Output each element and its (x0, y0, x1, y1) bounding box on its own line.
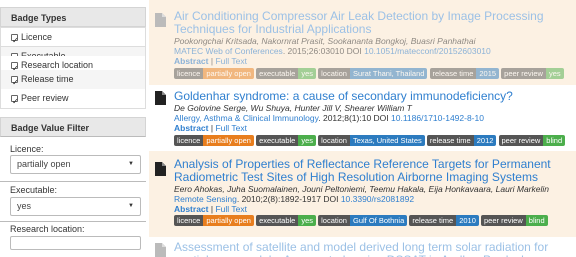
executable-select-value: yes (17, 201, 32, 211)
doi-link[interactable]: 10.1051/matecconf/20152603010 (364, 46, 491, 56)
badge-type-label: Research location (21, 60, 94, 70)
fulltext-link[interactable]: Full Text (215, 204, 247, 214)
result-title[interactable]: Air Conditioning Compressor Air Leak Det… (174, 10, 572, 36)
abstract-link[interactable]: Abstract (174, 56, 208, 66)
badge-row: licence partially open executable yes loca… (174, 135, 572, 146)
peer-review-badge: peer review blind (481, 215, 548, 226)
badge-type-licence[interactable]: Licence (0, 27, 146, 50)
link-separator: | (210, 56, 214, 66)
journal-link[interactable]: Remote Sensing (174, 194, 237, 204)
document-icon (155, 13, 166, 27)
journal-link[interactable]: MATEC Web of Conferences (174, 46, 283, 56)
result-item: Analysis of Properties of Reflectance Re… (149, 151, 576, 237)
location-badge: location Gulf Of Bothnia (318, 215, 408, 226)
licence-badge: licence partially open (174, 215, 254, 226)
licence-select-value: partially open (17, 159, 71, 169)
result-item: Air Conditioning Compressor Air Leak Det… (149, 0, 576, 85)
document-icon (155, 91, 166, 105)
filter-sidebar: Badge Types Licence Executable Research … (0, 0, 147, 257)
citation-text: . 2010;2(8):1892-1917 DOI (236, 194, 341, 204)
checkbox-checked-icon[interactable] (11, 92, 19, 111)
location-badge: location Texas, United States (318, 135, 425, 146)
licence-badge: licence partially open (174, 68, 254, 79)
document-icon (155, 243, 166, 257)
release-time-badge: release time 2012 (426, 135, 497, 146)
peer-review-badge: peer review yes (501, 68, 564, 79)
executable-badge: executable yes (256, 68, 317, 79)
licence-select[interactable]: partially open ▼ (10, 155, 141, 174)
citation-text: . 2015;26:03010 DOI (282, 46, 365, 56)
doi-link[interactable]: 10.1186/1710-1492-8-10 (391, 113, 484, 123)
executable-filter-label: Executable: (10, 185, 58, 195)
link-separator: | (210, 204, 214, 214)
executable-badge: executable yes (256, 215, 317, 226)
abstract-link[interactable]: Abstract (174, 204, 208, 214)
licence-filter-label: Licence: (10, 144, 44, 154)
fulltext-link[interactable]: Full Text (215, 56, 247, 66)
abstract-link[interactable]: Abstract (174, 123, 208, 133)
result-authors: Eero Ahokas, Juha Suomalainen, Jouni Pel… (174, 184, 549, 194)
divider (0, 181, 146, 182)
release-time-badge: release time 2015 (429, 68, 500, 79)
badge-type-peer-review[interactable]: Peer review (0, 89, 146, 111)
checkbox-checked-icon[interactable] (11, 73, 19, 92)
divider (0, 221, 146, 222)
badge-value-filter-header: Badge Value Filter (0, 117, 146, 137)
badge-row: licence partially open executable yes loca… (174, 215, 572, 226)
badge-type-label: Licence (21, 32, 53, 42)
badge-type-label: Peer review (21, 93, 69, 103)
badge-row: licence partially open executable yes loca… (174, 68, 572, 79)
dropdown-arrow-icon: ▼ (128, 161, 134, 167)
result-title[interactable]: Analysis of Properties of Reflectance Re… (174, 158, 572, 184)
document-icon (155, 162, 166, 176)
badge-type-label: Release time (21, 74, 74, 84)
result-item: Assessment of satellite and model derive… (149, 237, 576, 257)
doi-link[interactable]: 10.3390/rs2081892 (341, 194, 414, 204)
result-authors: Pookongchai Kritsada, Nakornrat Prasit, … (174, 36, 476, 46)
location-badge: location Surat Thani, Thailand (318, 68, 428, 79)
research-location-filter-label: Research location: (10, 224, 85, 234)
fulltext-link[interactable]: Full Text (215, 123, 247, 133)
checkbox-checked-icon[interactable] (11, 59, 19, 78)
executable-select[interactable]: yes ▼ (10, 197, 141, 216)
result-authors: De Golovine Serge, Wu Shuya, Hunter Jill… (174, 103, 412, 113)
link-separator: | (210, 123, 214, 133)
badge-type-release-time[interactable]: Release time (0, 70, 146, 92)
peer-review-badge: peer review blind (498, 135, 566, 146)
executable-badge: executable yes (256, 135, 317, 146)
release-time-badge: release time 2010 (409, 215, 479, 226)
research-location-input[interactable] (10, 236, 141, 250)
checkbox-checked-icon[interactable] (11, 31, 19, 50)
citation-text: . 2012;8(1):10 DOI (318, 113, 392, 123)
result-title[interactable]: Assessment of satellite and model derive… (174, 241, 572, 257)
journal-link[interactable]: Allergy, Asthma & Clinical Immunology (174, 113, 318, 123)
result-item: Goldenhar syndrome: a cause of secondary… (149, 85, 576, 151)
dropdown-arrow-icon: ▼ (128, 203, 134, 209)
badge-types-header: Badge Types (0, 7, 146, 27)
result-title[interactable]: Goldenhar syndrome: a cause of secondary… (174, 90, 572, 103)
licence-badge: licence partially open (174, 135, 254, 146)
